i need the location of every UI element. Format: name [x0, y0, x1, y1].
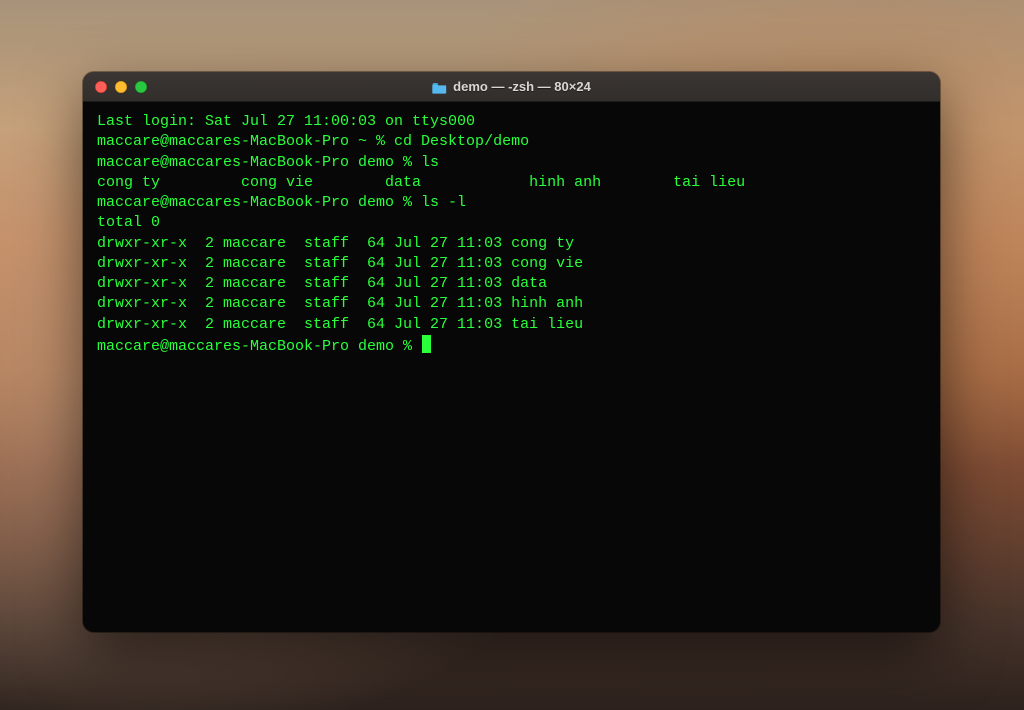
terminal-line: maccare@maccares-MacBook-Pro demo % ls: [97, 154, 439, 171]
terminal-viewport[interactable]: Last login: Sat Jul 27 11:00:03 on ttys0…: [83, 102, 940, 632]
window-title: demo — -zsh — 80×24: [453, 79, 591, 94]
terminal-line: drwxr-xr-x 2 maccare staff 64 Jul 27 11:…: [97, 275, 547, 292]
zoom-button[interactable]: [135, 81, 147, 93]
terminal-line: maccare@maccares-MacBook-Pro demo % ls -…: [97, 194, 466, 211]
window-controls: [83, 81, 147, 93]
window-title-group: demo — -zsh — 80×24: [83, 79, 940, 94]
terminal-cursor: [422, 335, 431, 353]
terminal-line: drwxr-xr-x 2 maccare staff 64 Jul 27 11:…: [97, 235, 574, 252]
terminal-line: drwxr-xr-x 2 maccare staff 64 Jul 27 11:…: [97, 255, 583, 272]
close-button[interactable]: [95, 81, 107, 93]
folder-icon: [432, 81, 447, 93]
terminal-prompt: maccare@maccares-MacBook-Pro demo %: [97, 338, 421, 355]
terminal-line: drwxr-xr-x 2 maccare staff 64 Jul 27 11:…: [97, 316, 583, 333]
terminal-line: drwxr-xr-x 2 maccare staff 64 Jul 27 11:…: [97, 295, 583, 312]
terminal-line: Last login: Sat Jul 27 11:00:03 on ttys0…: [97, 113, 475, 130]
terminal-line: maccare@maccares-MacBook-Pro ~ % cd Desk…: [97, 133, 529, 150]
desktop-wallpaper: demo — -zsh — 80×24 Last login: Sat Jul …: [0, 0, 1024, 710]
terminal-line: cong ty cong vie data hinh anh tai lieu: [97, 174, 745, 191]
terminal-line: total 0: [97, 214, 160, 231]
terminal-window: demo — -zsh — 80×24 Last login: Sat Jul …: [83, 72, 940, 632]
minimize-button[interactable]: [115, 81, 127, 93]
window-titlebar[interactable]: demo — -zsh — 80×24: [83, 72, 940, 102]
